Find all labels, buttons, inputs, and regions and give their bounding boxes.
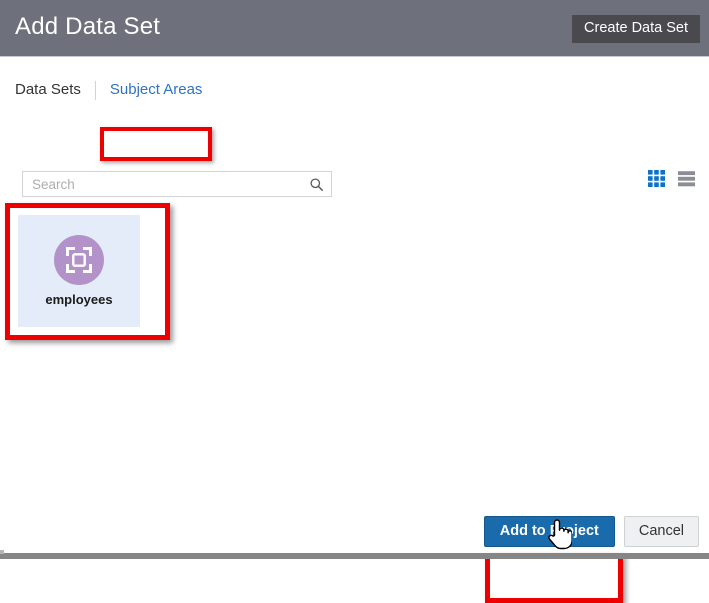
search-box[interactable] (22, 171, 332, 197)
subject-area-card-label: employees (45, 292, 113, 307)
subject-area-icon (54, 235, 104, 285)
search-input[interactable] (23, 172, 305, 196)
data-set-grid: employees (18, 215, 140, 327)
tab-bar: Data Sets Subject Areas (15, 79, 202, 101)
list-icon (678, 171, 695, 187)
resize-handle[interactable] (0, 550, 4, 554)
annotation-box-add-to-project (485, 553, 623, 603)
add-to-project-button[interactable]: Add to Project (483, 515, 615, 547)
dialog-body: Data Sets Subject Areas Search employees… (0, 57, 709, 603)
page-title: Add Data Set (15, 13, 161, 40)
subject-area-card-employees[interactable]: employees (18, 215, 140, 327)
tab-subject-areas[interactable]: Subject Areas (110, 79, 203, 101)
create-data-set-button[interactable]: Create Data Set (572, 15, 700, 43)
window-bottom-strip (0, 553, 709, 559)
tab-data-sets[interactable]: Data Sets (15, 79, 81, 101)
dialog-header: Add Data Set Create Data Set (0, 0, 709, 57)
view-toggle-group (648, 170, 695, 187)
grid-view-toggle[interactable] (648, 170, 665, 187)
list-view-toggle[interactable] (678, 170, 695, 187)
annotation-box-subject-areas (100, 127, 212, 161)
grid-icon (648, 170, 665, 187)
search-icon[interactable] (305, 172, 327, 196)
tab-separator (94, 80, 96, 100)
cancel-button[interactable]: Cancel (623, 515, 699, 547)
dialog-footer-actions: Add to Project Cancel (483, 515, 699, 547)
add-data-set-dialog: Add Data Set Create Data Set Data Sets S… (0, 0, 709, 603)
